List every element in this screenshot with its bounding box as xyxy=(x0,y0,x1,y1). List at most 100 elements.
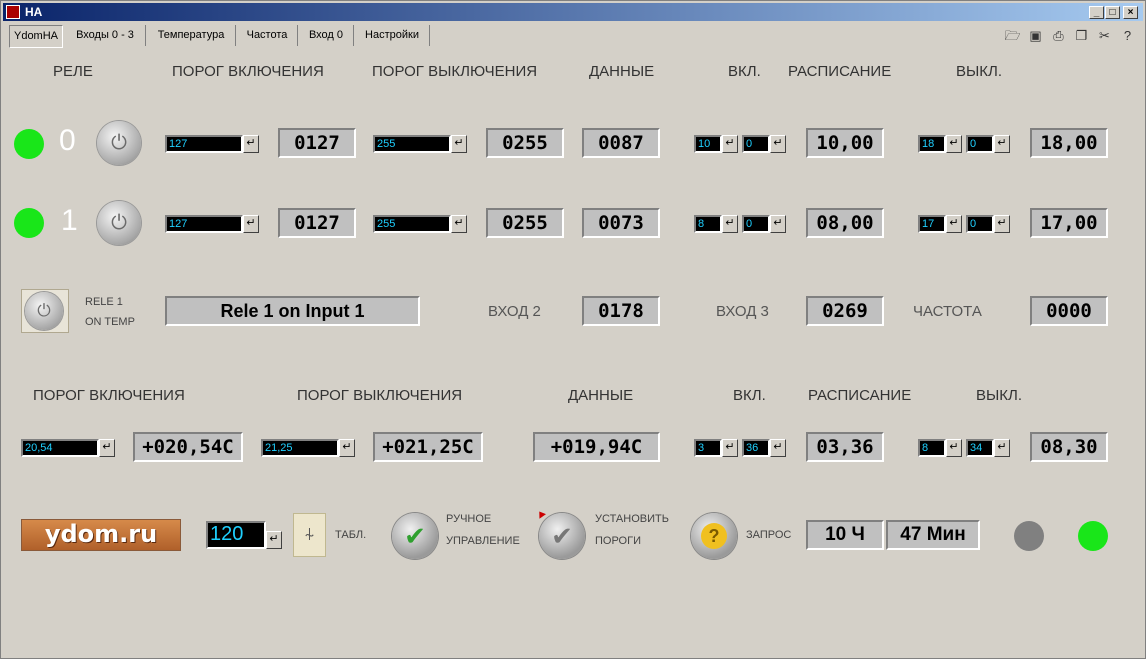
relay-1-on-time: 08,00 xyxy=(806,208,884,238)
minimize-button[interactable]: _ xyxy=(1089,6,1104,19)
relay-1-off-minute-input[interactable]: 0 xyxy=(966,215,994,233)
relay-0-off-minute-enter[interactable]: ↵ xyxy=(994,135,1010,153)
tab-inputs[interactable]: Входы 0 - 3 xyxy=(65,25,146,46)
app-icon xyxy=(6,5,20,19)
status-led-green xyxy=(1078,521,1108,551)
help-icon[interactable]: ? xyxy=(1119,28,1136,44)
print-icon[interactable]: ⎙ xyxy=(1050,28,1067,44)
temp-off-time: 08,30 xyxy=(1030,432,1108,462)
relay-1-off-input[interactable]: 255 xyxy=(373,215,451,233)
relay-0-on-hour-input[interactable]: 10 xyxy=(694,135,722,153)
relay-1-power-button[interactable]: ⏻ xyxy=(97,201,141,245)
relay-1-on-minute-input[interactable]: 0 xyxy=(742,215,770,233)
rele1-label-line1: RELE 1 xyxy=(85,296,123,308)
vhod2-value: 0178 xyxy=(582,296,660,326)
temp-on-hour-enter[interactable]: ↵ xyxy=(722,439,738,457)
relay-0-number: 0 xyxy=(59,124,76,157)
relay-1-off-value: 0255 xyxy=(486,208,564,238)
temp-on-minute-input[interactable]: 36 xyxy=(742,439,770,457)
temp-header-porog-off: ПОРОГ ВЫКЛЮЧЕНИЯ xyxy=(297,387,463,404)
copy-icon[interactable]: ❐ xyxy=(1073,28,1090,44)
relay-0-on-minute-enter[interactable]: ↵ xyxy=(770,135,786,153)
relay-0-off-hour-enter[interactable]: ↵ xyxy=(946,135,962,153)
relay-1-off-minute-enter[interactable]: ↵ xyxy=(994,215,1010,233)
relay-1-off-time: 17,00 xyxy=(1030,208,1108,238)
interval-input[interactable]: 120 xyxy=(206,521,266,549)
relay-1-on-input[interactable]: 127 xyxy=(165,215,243,233)
tab-frequency[interactable]: Частота xyxy=(237,25,298,46)
tab-ydomha[interactable]: YdomHA xyxy=(9,25,63,48)
relay-1-data: 0073 xyxy=(582,208,660,238)
title-bar: HA _ □ × xyxy=(3,3,1143,21)
close-button[interactable]: × xyxy=(1123,6,1138,19)
temp-off-hour-enter[interactable]: ↵ xyxy=(946,439,962,457)
tab-temperature[interactable]: Температура xyxy=(147,25,236,46)
temp-header-porog-on: ПОРОГ ВКЛЮЧЕНИЯ xyxy=(33,387,185,404)
cut-icon[interactable]: ✂ xyxy=(1096,28,1113,44)
relay-0-off-hour-input[interactable]: 18 xyxy=(918,135,946,153)
freq-value: 0000 xyxy=(1030,296,1108,326)
manual-label-line1: РУЧНОЕ xyxy=(446,513,492,525)
relay-1-on-value: 0127 xyxy=(278,208,356,238)
header-vkl: ВКЛ. xyxy=(728,63,761,80)
temp-off-hour-input[interactable]: 8 xyxy=(918,439,946,457)
temp-on-enter-button[interactable]: ↵ xyxy=(99,439,115,457)
header-porog-on: ПОРОГ ВКЛЮЧЕНИЯ xyxy=(172,63,324,80)
hours-display: 10 Ч xyxy=(806,520,884,550)
relay-0-on-minute-input[interactable]: 0 xyxy=(742,135,770,153)
relay-0-power-button[interactable]: ⏻ xyxy=(97,121,141,165)
header-dannye: ДАННЫЕ xyxy=(589,63,655,80)
temp-data: +019,94C xyxy=(533,432,660,462)
interval-enter-button[interactable]: ↵ xyxy=(266,531,282,549)
header-rele: РЕЛЕ xyxy=(53,63,93,80)
relay-0-data: 0087 xyxy=(582,128,660,158)
maximize-button[interactable]: □ xyxy=(1105,6,1120,19)
relay-0-off-minute-input[interactable]: 0 xyxy=(966,135,994,153)
temp-on-minute-enter[interactable]: ↵ xyxy=(770,439,786,457)
relay-0-off-enter-button[interactable]: ↵ xyxy=(451,135,467,153)
relay-1-off-hour-enter[interactable]: ↵ xyxy=(946,215,962,233)
save-icon[interactable]: ▣ xyxy=(1027,28,1044,44)
relay-1-on-hour-enter[interactable]: ↵ xyxy=(722,215,738,233)
relay-1-on-enter-button[interactable]: ↵ xyxy=(243,215,259,233)
rele1-temp-button[interactable]: ⏻ xyxy=(21,289,69,333)
temp-on-value: +020,54C xyxy=(133,432,243,462)
vhod3-label: ВХОД 3 xyxy=(716,303,769,320)
manual-label-line2: УПРАВЛЕНИЕ xyxy=(446,535,520,547)
relay-0-on-enter-button[interactable]: ↵ xyxy=(243,135,259,153)
toggle-switch[interactable]: ⍭ xyxy=(293,513,326,557)
relay-0-on-hour-enter[interactable]: ↵ xyxy=(722,135,738,153)
rele1-temp-power-knob: ⏻ xyxy=(25,292,63,330)
temp-off-input[interactable]: 21,25 xyxy=(261,439,339,457)
temp-on-time: 03,36 xyxy=(806,432,884,462)
temp-off-minute-input[interactable]: 34 xyxy=(966,439,994,457)
manual-control-button[interactable]: ✔ xyxy=(392,513,438,559)
open-folder-icon[interactable]: 🗁 xyxy=(1004,28,1021,44)
power-icon: ⏻ xyxy=(37,301,51,320)
ydom-logo: ydom.ru xyxy=(21,519,181,551)
rele1-label-line2: ON TEMP xyxy=(85,316,135,328)
relay-0-led xyxy=(14,129,44,159)
tab-settings[interactable]: Настройки xyxy=(355,25,430,46)
relay-1-off-hour-input[interactable]: 17 xyxy=(918,215,946,233)
relay-1-led xyxy=(14,208,44,238)
relay-1-off-enter-button[interactable]: ↵ xyxy=(451,215,467,233)
set-thresholds-button[interactable]: ✔ xyxy=(539,513,585,559)
tab-input0[interactable]: Вход 0 xyxy=(299,25,354,46)
temp-off-minute-enter[interactable]: ↵ xyxy=(994,439,1010,457)
relay-1-on-minute-enter[interactable]: ↵ xyxy=(770,215,786,233)
request-button[interactable]: ? xyxy=(691,513,737,559)
temp-header-vkl: ВКЛ. xyxy=(733,387,766,404)
rele1-status-display: Rele 1 on Input 1 xyxy=(165,296,420,326)
relay-1-on-hour-input[interactable]: 8 xyxy=(694,215,722,233)
temp-off-value: +021,25C xyxy=(373,432,483,462)
window-title: HA xyxy=(25,5,43,19)
temp-off-enter-button[interactable]: ↵ xyxy=(339,439,355,457)
status-led-gray xyxy=(1014,521,1044,551)
temp-on-input[interactable]: 20,54 xyxy=(21,439,99,457)
power-icon: ⏻ xyxy=(111,212,127,234)
relay-0-off-input[interactable]: 255 xyxy=(373,135,451,153)
temp-on-hour-input[interactable]: 3 xyxy=(694,439,722,457)
vhod3-value: 0269 xyxy=(806,296,884,326)
relay-0-on-input[interactable]: 127 xyxy=(165,135,243,153)
